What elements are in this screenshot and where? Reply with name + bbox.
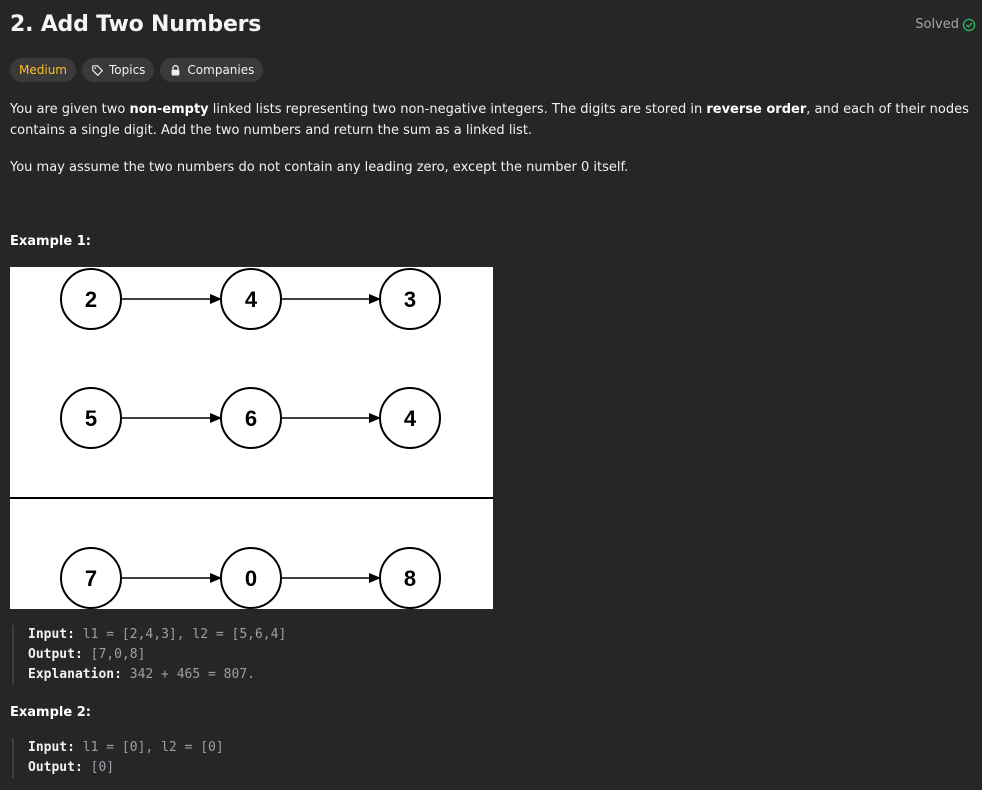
tag-icon [91, 64, 104, 77]
result-node-value: 0 [245, 566, 257, 591]
list1-node-value: 4 [245, 287, 258, 312]
list1-node-value: 3 [404, 287, 416, 312]
example-1-title: Example 1: [10, 234, 91, 249]
example-2-input-line: Input: l1 = [0], l2 = [0] [28, 738, 224, 758]
check-circle-icon [962, 18, 976, 32]
difficulty-badge[interactable]: Medium [10, 58, 76, 82]
problem-description: You are given two non-empty linked lists… [10, 99, 980, 178]
solved-status: Solved [915, 17, 976, 32]
input-value: l1 = [0], l2 = [0] [82, 740, 224, 755]
output-label: Output: [28, 647, 83, 662]
linked-list-diagram: 2 4 3 5 6 4 7 0 8 [10, 268, 493, 609]
example-1-explanation-line: Explanation: 342 + 465 = 807. [28, 665, 286, 685]
example-1-io: Input: l1 = [2,4,3], l2 = [5,6,4] Output… [12, 625, 286, 685]
example-1-output-line: Output: [7,0,8] [28, 645, 286, 665]
list1-node-value: 2 [85, 287, 97, 312]
output-value: [0] [90, 760, 115, 775]
topics-tag[interactable]: Topics [81, 58, 155, 82]
tag-row: Medium Topics Companies [10, 58, 264, 82]
output-label: Output: [28, 760, 83, 775]
example-2-output-line: Output: [0] [28, 758, 224, 778]
problem-title[interactable]: 2. Add Two Numbers [10, 12, 261, 37]
input-label: Input: [28, 740, 75, 755]
output-value: [7,0,8] [90, 647, 146, 662]
example-1-input-line: Input: l1 = [2,4,3], l2 = [5,6,4] [28, 625, 286, 645]
desc-bold: non-empty [129, 102, 209, 117]
companies-tag[interactable]: Companies [160, 58, 264, 82]
example-1-diagram: 2 4 3 5 6 4 7 0 8 [10, 267, 493, 609]
description-paragraph-1: You are given two non-empty linked lists… [10, 99, 980, 141]
result-node-value: 7 [85, 566, 97, 591]
lock-icon [169, 64, 182, 77]
explanation-value: 342 + 465 = 807. [129, 667, 255, 682]
desc-bold: reverse order [706, 102, 807, 117]
title-row: 2. Add Two Numbers Solved [10, 12, 976, 44]
description-paragraph-2: You may assume the two numbers do not co… [10, 160, 629, 175]
input-value: l1 = [2,4,3], l2 = [5,6,4] [82, 627, 287, 642]
list2-node-value: 5 [85, 406, 97, 431]
topics-label: Topics [108, 63, 146, 77]
result-node-value: 8 [404, 566, 416, 591]
example-2-io: Input: l1 = [0], l2 = [0] Output: [0] [12, 738, 224, 778]
list2-node-value: 4 [404, 406, 417, 431]
explanation-label: Explanation: [28, 667, 122, 682]
example-2-title: Example 2: [10, 705, 91, 720]
desc-text: You are given two [10, 102, 130, 117]
solved-label: Solved [915, 17, 959, 32]
desc-text: linked lists representing two non-negati… [208, 102, 707, 117]
list2-node-value: 6 [245, 406, 257, 431]
input-label: Input: [28, 627, 75, 642]
companies-label: Companies [187, 63, 255, 77]
